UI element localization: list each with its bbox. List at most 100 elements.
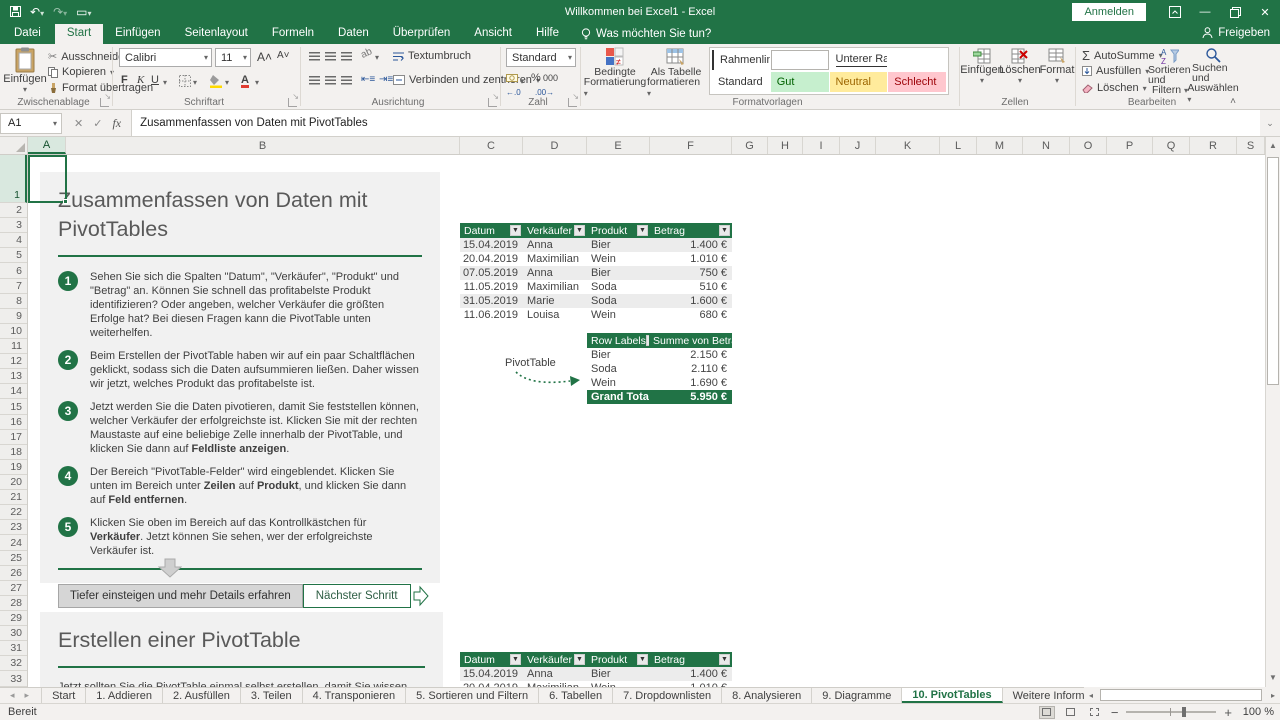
tab-start[interactable]: Start xyxy=(55,24,103,44)
row-header-29[interactable]: 29 xyxy=(0,611,27,626)
cell[interactable]: Bier xyxy=(587,266,650,280)
column-header-a[interactable]: A xyxy=(28,137,66,154)
column-header-verkäufer[interactable]: Verkäufer▼ xyxy=(523,223,587,238)
insert-function-icon[interactable]: fx xyxy=(112,116,121,131)
row-header-20[interactable]: 20 xyxy=(0,475,27,490)
close-icon[interactable]: ✕ xyxy=(1250,0,1280,24)
wrap-text-button[interactable]: Textumbruch xyxy=(393,50,471,62)
filter-dropdown-icon[interactable]: ▼ xyxy=(574,654,585,665)
accounting-format-icon[interactable]: ▾ xyxy=(506,72,524,87)
tab-formeln[interactable]: Formeln xyxy=(260,24,326,44)
vertical-scroll-thumb[interactable] xyxy=(1267,157,1279,385)
column-header-b[interactable]: B xyxy=(66,137,460,154)
fill-color-dropdown-icon[interactable]: ▾ xyxy=(225,78,229,87)
cell[interactable]: Soda xyxy=(587,362,649,376)
sheet-tab-4-transponieren[interactable]: 4. Transponieren xyxy=(303,688,407,703)
increase-decimal-icon[interactable]: ←.0 xyxy=(506,88,521,97)
italic-button[interactable]: K xyxy=(137,74,144,86)
row-header-25[interactable]: 25 xyxy=(0,551,27,566)
cell[interactable]: 680 € xyxy=(650,308,732,322)
sheet-tab-6-tabellen[interactable]: 6. Tabellen xyxy=(539,688,613,703)
comma-style-icon[interactable]: 000 xyxy=(543,73,558,83)
font-color-icon[interactable]: A xyxy=(241,74,249,88)
sheet-tab-5-sortieren-und-filtern[interactable]: 5. Sortieren und Filtern xyxy=(406,688,539,703)
alignment-dialog-launcher[interactable] xyxy=(488,98,497,107)
cell[interactable]: 1.010 € xyxy=(650,681,732,687)
row-header-8[interactable]: 8 xyxy=(0,294,27,309)
copy-button[interactable]: Kopieren▾ xyxy=(48,66,114,78)
row-header-18[interactable]: 18 xyxy=(0,445,27,460)
column-header-datum[interactable]: Datum▼ xyxy=(460,223,523,238)
normal-view-icon[interactable] xyxy=(1039,706,1055,719)
page-break-view-icon[interactable] xyxy=(1087,706,1103,719)
row-header-17[interactable]: 17 xyxy=(0,430,27,445)
increase-indent-icon[interactable]: ⇥≡ xyxy=(379,74,393,85)
sort-filter-button[interactable]: AZ Sortieren und Filtern ▾ xyxy=(1148,47,1192,96)
cell[interactable]: 750 € xyxy=(650,266,732,280)
details-button[interactable]: Tiefer einsteigen und mehr Details erfah… xyxy=(58,584,303,608)
row-header-32[interactable]: 32 xyxy=(0,656,27,671)
page-layout-view-icon[interactable] xyxy=(1063,706,1079,719)
delete-cells-button[interactable]: Löschen▾ xyxy=(1002,48,1038,85)
column-header-l[interactable]: L xyxy=(940,137,977,154)
sheet-tab-start[interactable]: Start xyxy=(41,688,86,703)
tab-einfügen[interactable]: Einfügen xyxy=(103,24,172,44)
decrease-indent-icon[interactable]: ⇤≡ xyxy=(361,74,375,85)
conditional-formatting-button[interactable]: ≠ Bedingte Formatierung ▾ xyxy=(585,47,645,99)
filter-dropdown-icon[interactable]: ▼ xyxy=(719,654,730,665)
row-header-24[interactable]: 24 xyxy=(0,535,27,550)
column-header-m[interactable]: M xyxy=(977,137,1023,154)
orientation-dropdown-icon[interactable]: ▾ xyxy=(375,53,379,62)
cell[interactable]: Wein xyxy=(587,252,650,266)
align-left-icon[interactable] xyxy=(309,76,320,85)
row-header-19[interactable]: 19 xyxy=(0,460,27,475)
column-header-produkt[interactable]: Produkt▼ xyxy=(587,652,650,667)
cell-style-neutral[interactable]: Neutral xyxy=(830,72,888,92)
ribbon-display-options-icon[interactable] xyxy=(1160,0,1190,24)
cell[interactable]: 11.05.2019 xyxy=(460,280,523,294)
column-header-verkäufer[interactable]: Verkäufer▼ xyxy=(523,652,587,667)
sheet-tab-9-diagramme[interactable]: 9. Diagramme xyxy=(812,688,902,703)
cell[interactable]: Anna xyxy=(523,238,587,252)
column-header-k[interactable]: K xyxy=(876,137,940,154)
row-header-23[interactable]: 23 xyxy=(0,520,27,535)
sign-in-button[interactable]: Anmelden xyxy=(1072,3,1146,21)
cell[interactable]: Wein xyxy=(587,681,650,687)
row-header-3[interactable]: 3 xyxy=(0,218,27,233)
filter-dropdown-icon[interactable]: ▼ xyxy=(719,225,730,236)
number-dialog-launcher[interactable] xyxy=(568,98,577,107)
tab-daten[interactable]: Daten xyxy=(326,24,381,44)
zoom-slider[interactable] xyxy=(1126,711,1216,713)
shrink-font-icon[interactable]: A˅ xyxy=(277,50,290,61)
grow-font-icon[interactable]: A˄ xyxy=(257,50,272,64)
align-right-icon[interactable] xyxy=(341,76,352,85)
column-header-e[interactable]: E xyxy=(587,137,650,154)
zoom-slider-thumb[interactable] xyxy=(1182,707,1186,717)
column-header-g[interactable]: G xyxy=(732,137,768,154)
align-middle-icon[interactable] xyxy=(325,52,336,61)
scroll-down-icon[interactable]: ▼ xyxy=(1266,671,1280,685)
filter-dropdown-icon[interactable]: ▼ xyxy=(510,654,521,665)
column-header-h[interactable]: H xyxy=(768,137,803,154)
cell[interactable]: Bier xyxy=(587,348,649,362)
cell[interactable]: 1.010 € xyxy=(650,252,732,266)
cell-style-unterer-rand[interactable]: Unterer Rand xyxy=(830,50,888,70)
column-header-d[interactable]: D xyxy=(523,137,587,154)
underline-dropdown-icon[interactable]: ▾ xyxy=(163,78,167,87)
name-box[interactable]: A1▾ xyxy=(0,113,62,134)
sheet-nav-right-icon[interactable]: ▸ xyxy=(25,690,30,701)
column-header-j[interactable]: J xyxy=(840,137,876,154)
number-format-combo[interactable]: Standard▾ xyxy=(506,48,576,67)
bold-button[interactable]: F xyxy=(121,74,128,86)
cell-style-rahmenlinie-[interactable]: Rahmenlinie... xyxy=(712,50,770,70)
restore-icon[interactable] xyxy=(1220,0,1250,24)
row-header-10[interactable]: 10 xyxy=(0,324,27,339)
column-header-betrag[interactable]: Betrag▼ xyxy=(650,652,732,667)
row-header-14[interactable]: 14 xyxy=(0,384,27,399)
row-header-28[interactable]: 28 xyxy=(0,596,27,611)
row-header-21[interactable]: 21 xyxy=(0,490,27,505)
select-all-corner[interactable] xyxy=(0,137,28,154)
row-header-1[interactable]: 1 xyxy=(0,155,27,203)
row-header-16[interactable]: 16 xyxy=(0,415,27,430)
sheet-tab-10-pivottables[interactable]: 10. PivotTables xyxy=(902,688,1002,703)
